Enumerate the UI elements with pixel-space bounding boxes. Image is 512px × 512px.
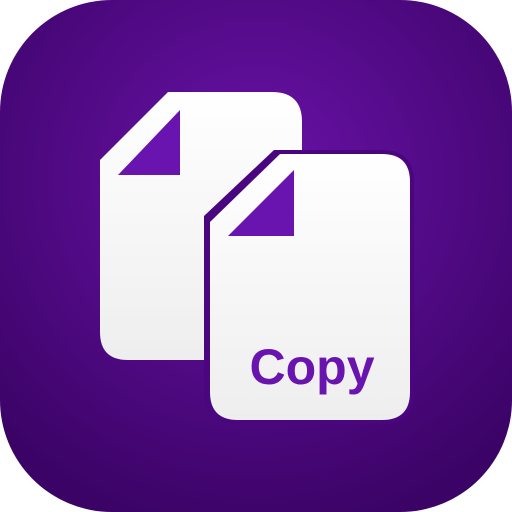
front-document-icon: Copy — [204, 150, 414, 424]
copy-caption: Copy — [250, 339, 375, 395]
copy-app-icon[interactable]: Copy — [0, 0, 512, 512]
app-icon-graphic: Copy — [0, 0, 512, 512]
